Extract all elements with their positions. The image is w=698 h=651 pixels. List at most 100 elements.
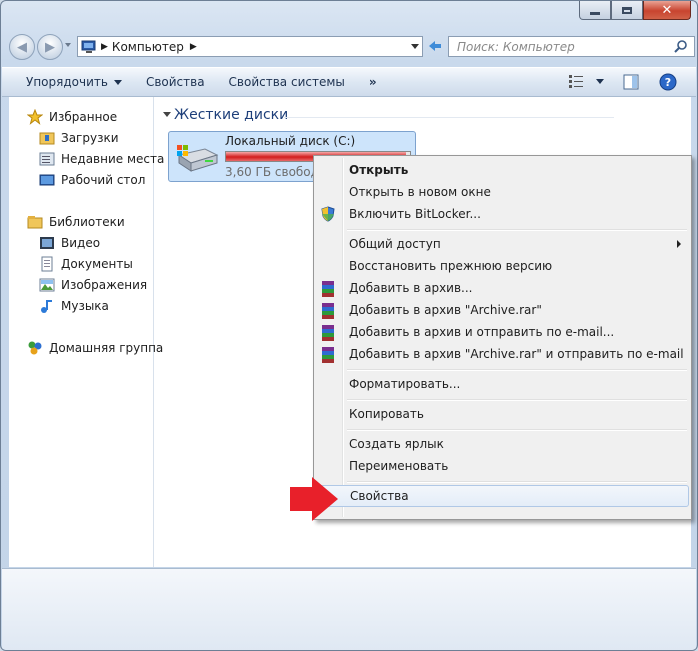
preview-pane-icon	[623, 74, 639, 90]
menu-item-share[interactable]: Общий доступ	[316, 233, 689, 255]
sidebar-item-label: Загрузки	[61, 131, 119, 145]
sidebar-item-label: Рабочий стол	[61, 173, 146, 187]
sidebar-item-homegroup[interactable]: Домашняя группа	[27, 339, 163, 357]
pictures-icon	[39, 277, 55, 293]
sidebar-item-label: Видео	[61, 236, 101, 250]
sidebar-item-favorites[interactable]: Избранное	[27, 108, 117, 126]
winrar-icon	[320, 280, 336, 297]
menu-item-label: Открыть	[349, 163, 409, 177]
caption-buttons: ✕	[579, 1, 691, 21]
sidebar-item-downloads[interactable]: Загрузки	[39, 129, 119, 147]
menu-item-restore-previous[interactable]: Восстановить прежнюю версию	[316, 255, 689, 277]
search-icon[interactable]	[674, 40, 688, 54]
forward-arrow-icon: ▶	[45, 39, 55, 55]
refresh-button[interactable]	[425, 36, 445, 57]
sidebar-item-recent-places[interactable]: Недавние места	[39, 150, 164, 168]
menu-item-add-archive-rar-email[interactable]: Добавить в архив "Archive.rar" и отправи…	[316, 343, 689, 365]
desktop-icon	[39, 172, 55, 188]
menu-item-add-archive-rar[interactable]: Добавить в архив "Archive.rar"	[316, 299, 689, 321]
organize-label: Упорядочить	[26, 75, 108, 89]
minimize-icon	[590, 11, 600, 15]
downloads-folder-icon	[39, 130, 55, 146]
menu-item-label: Добавить в архив и отправить по e-mail..…	[349, 325, 615, 339]
winrar-icon	[320, 346, 336, 363]
computer-icon	[81, 40, 96, 53]
menu-item-bitlocker[interactable]: Включить BitLocker...	[316, 203, 689, 225]
preview-pane-button[interactable]	[623, 74, 639, 93]
help-button[interactable]: ?	[659, 73, 677, 94]
documents-icon	[39, 256, 55, 272]
video-icon	[39, 235, 55, 251]
address-dropdown-icon[interactable]	[411, 44, 419, 49]
drive-name: Локальный диск (C:)	[225, 134, 356, 148]
sidebar-item-label: Документы	[61, 257, 133, 271]
hard-drive-icon	[177, 145, 219, 172]
menu-item-label: Добавить в архив...	[349, 281, 473, 295]
properties-button[interactable]: Свойства	[134, 68, 217, 96]
menu-item-label: Форматировать...	[349, 377, 461, 391]
back-button[interactable]: ◀	[9, 34, 35, 60]
menu-separator	[347, 229, 687, 231]
forward-button[interactable]: ▶	[37, 34, 63, 60]
view-list-icon	[569, 75, 583, 88]
star-icon	[27, 109, 43, 125]
recent-pages-chevron-icon[interactable]	[65, 43, 71, 47]
details-pane	[2, 568, 696, 650]
sidebar-item-documents[interactable]: Документы	[39, 255, 133, 273]
menu-item-create-shortcut[interactable]: Создать ярлык	[316, 433, 689, 455]
menu-item-add-archive-email[interactable]: Добавить в архив и отправить по e-mail..…	[316, 321, 689, 343]
breadcrumb-separator-icon[interactable]: ▶	[101, 42, 108, 52]
menu-separator	[347, 399, 687, 401]
menu-item-label: Создать ярлык	[349, 437, 444, 451]
sidebar-item-pictures[interactable]: Изображения	[39, 276, 147, 294]
organize-button[interactable]: Упорядочить	[2, 68, 134, 96]
menu-item-properties[interactable]: Свойства	[316, 485, 689, 507]
menu-item-label: Открыть в новом окне	[349, 185, 491, 199]
menu-item-open-new-window[interactable]: Открыть в новом окне	[316, 181, 689, 203]
menu-item-open[interactable]: Открыть	[316, 159, 689, 181]
submenu-arrow-icon	[677, 240, 681, 248]
breadcrumb-separator-icon[interactable]: ▶	[190, 42, 197, 52]
navigation-bar: ◀ ▶ ▶ Компьютер ▶ Поиск: Компьютер	[9, 34, 695, 60]
menu-separator	[347, 429, 687, 431]
search-placeholder: Поиск: Компьютер	[457, 39, 575, 54]
maximize-button[interactable]	[611, 1, 643, 20]
properties-label: Свойства	[145, 75, 205, 89]
context-menu: Открыть Открыть в новом окне Включить Bi…	[313, 155, 692, 520]
group-divider	[284, 117, 614, 118]
homegroup-icon	[27, 340, 43, 356]
menu-item-format[interactable]: Форматировать...	[316, 373, 689, 395]
close-icon: ✕	[661, 2, 673, 18]
sidebar-item-label: Домашняя группа	[49, 341, 164, 355]
menu-item-rename[interactable]: Переименовать	[316, 455, 689, 477]
navigation-pane: Избранное Загрузки Недавние места Рабочи…	[9, 97, 164, 567]
red-pointer-arrow-icon	[290, 477, 338, 521]
more-commands-button[interactable]: »	[357, 68, 389, 96]
view-dropdown-icon[interactable]	[596, 78, 604, 84]
menu-separator	[347, 481, 687, 483]
menu-item-label: Восстановить прежнюю версию	[349, 259, 553, 273]
sidebar-item-music[interactable]: Музыка	[39, 297, 109, 315]
search-input[interactable]: Поиск: Компьютер	[448, 36, 695, 57]
sidebar-item-libraries[interactable]: Библиотеки	[27, 213, 125, 231]
svg-text:?: ?	[665, 76, 671, 89]
group-header-hard-drives[interactable]: Жесткие диски	[174, 107, 288, 123]
menu-item-label: Добавить в архив "Archive.rar" и отправи…	[349, 347, 684, 361]
system-properties-button[interactable]: Свойства системы	[217, 68, 357, 96]
menu-item-add-archive[interactable]: Добавить в архив...	[316, 277, 689, 299]
sidebar-item-video[interactable]: Видео	[39, 234, 100, 252]
address-bar[interactable]: ▶ Компьютер ▶	[77, 36, 423, 57]
sidebar-item-desktop[interactable]: Рабочий стол	[39, 171, 145, 189]
menu-item-label: Свойства	[350, 489, 409, 503]
collapse-group-icon[interactable]	[163, 112, 171, 117]
close-button[interactable]: ✕	[643, 1, 691, 20]
menu-item-copy[interactable]: Копировать	[316, 403, 689, 425]
address-text[interactable]: Компьютер	[112, 40, 184, 54]
recent-places-icon	[39, 151, 55, 167]
music-icon	[39, 298, 55, 314]
minimize-button[interactable]	[579, 1, 611, 20]
sidebar-item-label: Музыка	[61, 299, 109, 313]
back-arrow-icon: ◀	[17, 39, 27, 55]
change-view-button[interactable]	[568, 74, 604, 88]
menu-item-label: Переименовать	[349, 459, 449, 473]
